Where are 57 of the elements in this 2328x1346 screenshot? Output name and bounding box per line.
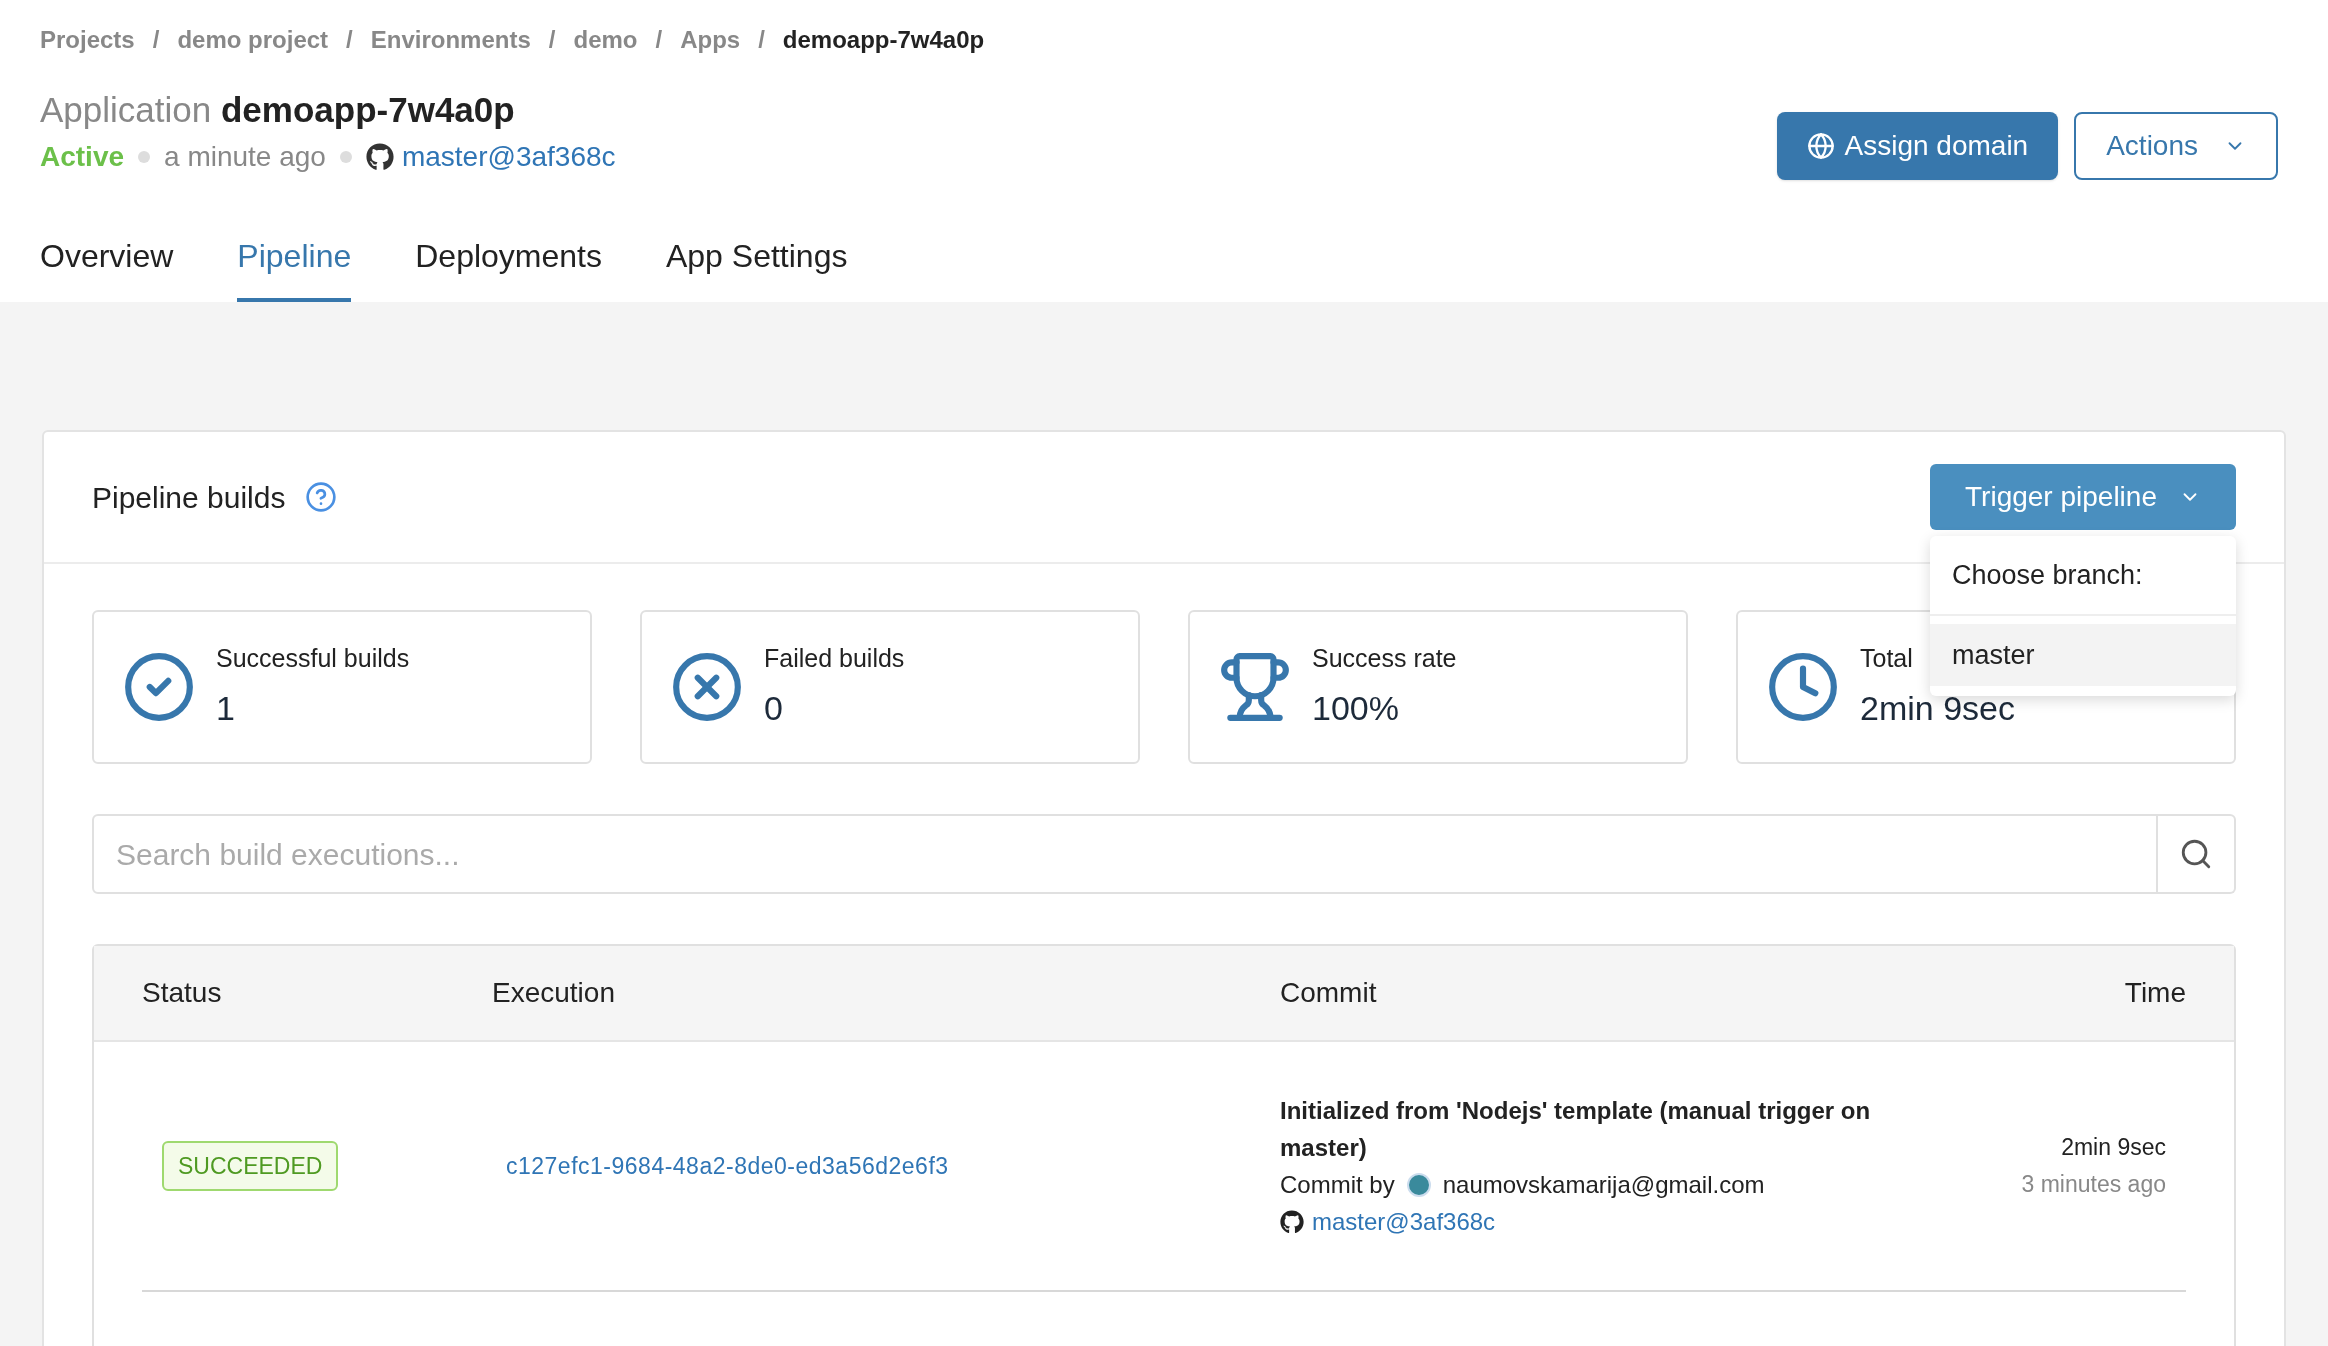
tab[interactable]: Pipeline (237, 232, 352, 302)
success-stat-icon (122, 650, 196, 724)
breadcrumb-link[interactable]: demo project (177, 22, 329, 58)
column-header: Execution (492, 976, 616, 1010)
stat-label: Success rate (1312, 642, 1457, 674)
stat-label: Failed builds (764, 642, 905, 674)
tab[interactable]: Overview (40, 232, 174, 302)
assign-domain-button[interactable]: Assign domain (1776, 112, 2059, 180)
commit-by-label: Commit by (1280, 1170, 1395, 1200)
page-title: Application demoapp-7w4a0p (40, 89, 516, 131)
updated-time: a minute ago (164, 139, 326, 174)
breadcrumb-separator: / (655, 25, 663, 55)
failed-stat-icon (670, 650, 744, 724)
stat-value: 2min 9sec (1860, 688, 2015, 730)
stat-label: Total (1860, 642, 1913, 674)
rate-stat-icon (1218, 650, 1292, 724)
search-icon (2179, 837, 2213, 871)
stat-value: 1 (216, 688, 235, 730)
breadcrumb-separator: / (758, 25, 765, 55)
column-header: Status (142, 976, 223, 1010)
branch-option[interactable]: master (1930, 624, 2236, 686)
commit-link[interactable]: master@3af368c (401, 135, 616, 178)
stat-label: Successful builds (216, 642, 410, 674)
stat-value: 100% (1312, 688, 1399, 730)
build-duration: 2min 9sec (2060, 1133, 2166, 1162)
actions-button[interactable]: Actions (2074, 112, 2278, 180)
column-header: Commit (1280, 976, 1378, 1010)
search-field[interactable]: Search build executions... (92, 814, 2158, 894)
column-header: Time (2123, 976, 2186, 1010)
time-stat-icon (1766, 650, 1840, 724)
status-badge: SUCCEEDED (162, 1140, 339, 1192)
avatar-icon (1406, 1172, 1431, 1197)
dropdown-heading: Choose branch: (1930, 536, 2236, 616)
breadcrumb-separator: / (346, 25, 353, 55)
commit-message: Initialized from 'Nodejs' template (manual trigger on master) (1280, 1096, 1872, 1163)
github-icon (1280, 1209, 1304, 1234)
status-label: Active (40, 139, 125, 174)
execution-link[interactable]: c127efc1-9684-48a2-8de0-ed3a56d2e6f3 (492, 1148, 1280, 1184)
section-title: Pipeline builds (92, 479, 286, 516)
stat-value: 0 (764, 688, 783, 730)
globe-icon (1806, 132, 1835, 160)
search-button[interactable] (2158, 814, 2236, 894)
tab[interactable]: Deployments (415, 232, 602, 302)
help-icon[interactable] (305, 481, 338, 513)
breadcrumb-link[interactable]: demo (573, 22, 638, 58)
breadcrumb-link[interactable]: Environments (370, 22, 531, 58)
breadcrumb-link[interactable]: Apps (680, 22, 741, 58)
tab[interactable]: App Settings (665, 232, 848, 302)
commit-link[interactable]: master@3af368c (1312, 1203, 1496, 1240)
breadcrumb-separator: / (548, 25, 556, 55)
breadcrumb-link[interactable]: Projects (40, 22, 135, 58)
breadcrumb-link[interactable]: demoapp-7w4a0p (782, 22, 985, 58)
trigger-pipeline-button[interactable]: Trigger pipeline (1930, 464, 2236, 530)
github-icon (365, 142, 394, 171)
breadcrumb-separator: / (152, 25, 160, 55)
build-time-ago: 3 minutes ago (2020, 1170, 2166, 1199)
commit-author: naumovskamarija@gmail.com (1442, 1170, 1765, 1200)
